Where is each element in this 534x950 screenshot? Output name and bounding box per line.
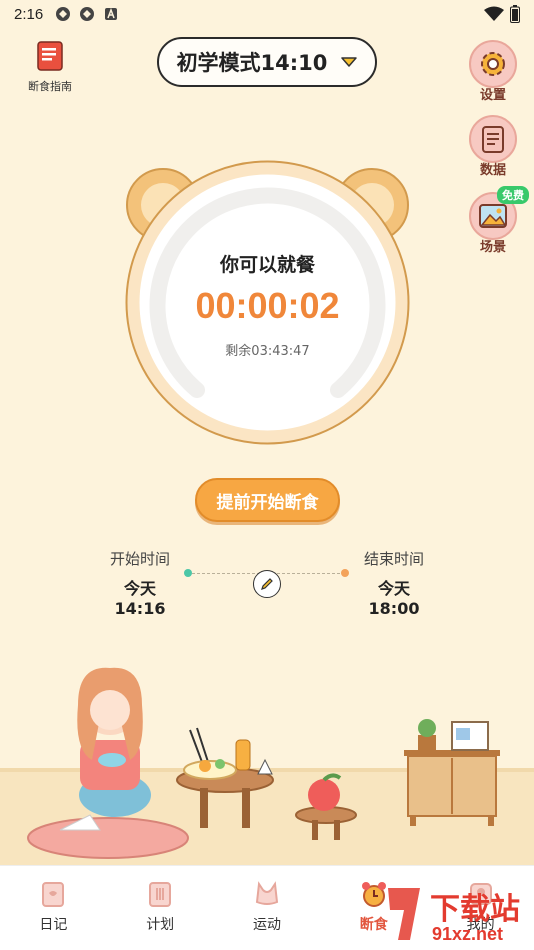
- free-badge: 免费: [497, 186, 529, 204]
- app-notification-icon: [56, 7, 71, 21]
- watermark-url: 91xz.net: [432, 924, 504, 944]
- elapsed-timer: 00:00:02: [195, 285, 340, 326]
- battery-icon: [510, 5, 520, 23]
- nav-diary[interactable]: 日记: [0, 866, 107, 950]
- fasting-guide-button[interactable]: 断食指南: [22, 40, 78, 94]
- start-fasting-early-button[interactable]: 提前开始断食: [195, 478, 340, 522]
- start-time-title: 开始时间: [109, 550, 170, 568]
- chevron-down-icon: [341, 57, 358, 67]
- mode-label: 初学模式14:10: [176, 51, 328, 75]
- fasting-illustration: [0, 667, 534, 865]
- end-dot: [341, 569, 349, 577]
- text-notification-icon: [105, 7, 118, 20]
- fasting-guide-label: 断食指南: [28, 80, 72, 93]
- status-time: 2:16: [14, 5, 44, 23]
- status-bar: 2:16: [0, 0, 534, 28]
- end-time-value: 今天18:00: [368, 579, 420, 618]
- scene-circle: 免费: [469, 186, 529, 240]
- data-button[interactable]: 数据: [468, 115, 518, 178]
- diary-icon: [42, 882, 65, 907]
- gear-icon: [481, 52, 505, 76]
- settings-circle: [469, 40, 517, 88]
- remaining-time: 剩余03:43:47: [225, 344, 310, 359]
- clipboard-icon: [482, 126, 504, 153]
- nav-exercise[interactable]: 运动: [214, 866, 321, 950]
- watermark-logo: [388, 888, 420, 940]
- wifi-icon: [484, 6, 504, 21]
- end-time-block[interactable]: 结束时间 今天18:00: [356, 548, 432, 618]
- pencil-icon: [261, 578, 273, 590]
- settings-button[interactable]: 设置: [468, 40, 518, 103]
- fasting-clock: 你可以就餐 00:00:02 剩余03:43:47: [125, 160, 410, 445]
- picture-icon: [479, 204, 507, 228]
- book-icon: [37, 41, 63, 71]
- data-label: 数据: [479, 163, 506, 178]
- start-time-block[interactable]: 开始时间 今天14:16: [104, 548, 176, 618]
- watermark-text: 下载站: [430, 892, 520, 927]
- plan-icon: [149, 882, 172, 907]
- end-time-title: 结束时间: [363, 550, 424, 568]
- edit-time-button[interactable]: [253, 570, 281, 598]
- app-notification-icon: [80, 7, 95, 21]
- nav-plan-label: 计划: [146, 917, 175, 933]
- nav-exercise-label: 运动: [252, 917, 281, 933]
- start-dot: [184, 569, 192, 577]
- watermark: 下载站 91xz.net: [380, 884, 530, 948]
- nav-diary-label: 日记: [39, 917, 68, 933]
- scene-button[interactable]: 免费 场景: [468, 186, 529, 255]
- data-circle: [469, 115, 517, 163]
- nav-plan[interactable]: 计划: [107, 866, 214, 950]
- mode-selector[interactable]: 初学模式14:10: [157, 37, 377, 87]
- sports-bra-icon: [255, 881, 279, 905]
- eating-status: 你可以就餐: [219, 254, 315, 276]
- settings-label: 设置: [479, 88, 506, 103]
- start-time-value: 今天14:16: [114, 579, 166, 618]
